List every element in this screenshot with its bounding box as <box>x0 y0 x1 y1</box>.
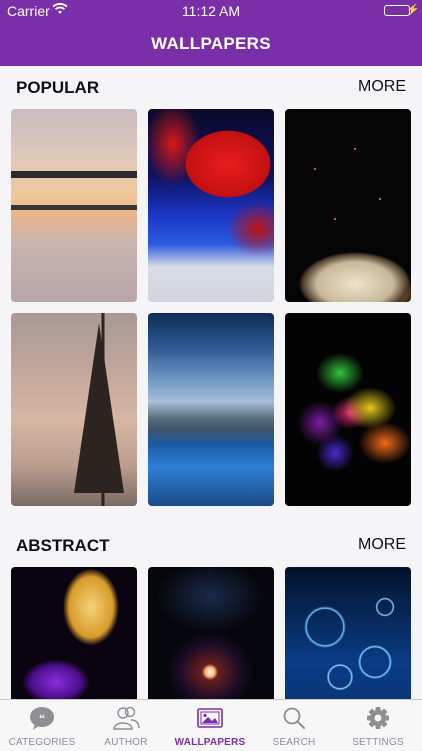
tab-label: SEARCH <box>272 737 316 748</box>
section-title: POPULAR <box>16 78 100 97</box>
section-title: ABSTRACT <box>16 536 110 555</box>
users-icon <box>111 705 141 731</box>
wallpaper-feed[interactable]: POPULAR MORE ABSTRACT MORE <box>0 66 422 699</box>
wallpaper-thumbnail[interactable] <box>285 109 411 302</box>
gear-icon <box>363 705 393 731</box>
wallpaper-thumbnail[interactable] <box>285 567 411 699</box>
tab-label: WALLPAPERS <box>174 737 246 748</box>
quote-bubble-icon: “ <box>27 705 57 731</box>
tab-bar: “ CATEGORIES AUTHOR WALLPAPERS SEARCH SE… <box>0 699 422 750</box>
wallpaper-thumbnail[interactable] <box>148 567 274 699</box>
tab-label: SETTINGS <box>352 737 404 748</box>
wallpaper-thumbnail[interactable] <box>148 313 274 506</box>
tab-author[interactable]: AUTHOR <box>84 700 168 751</box>
wallpaper-thumbnail[interactable] <box>11 109 137 302</box>
more-button[interactable]: MORE <box>358 536 406 554</box>
section-header-popular: POPULAR MORE <box>0 66 422 108</box>
tab-search[interactable]: SEARCH <box>252 700 336 751</box>
tab-label: CATEGORIES <box>8 737 76 748</box>
wallpaper-thumbnail[interactable] <box>285 313 411 506</box>
wallpaper-thumbnail[interactable] <box>148 109 274 302</box>
wallpaper-thumbnail[interactable] <box>11 567 137 699</box>
section-header-abstract: ABSTRACT MORE <box>0 524 422 566</box>
more-button[interactable]: MORE <box>358 78 406 96</box>
wallpaper-thumbnail[interactable] <box>11 313 137 506</box>
clock: 11:12 AM <box>181 3 241 19</box>
page-title: WALLPAPERS <box>151 34 271 53</box>
search-icon <box>279 705 309 731</box>
tab-categories[interactable]: “ CATEGORIES <box>0 700 84 751</box>
tab-wallpapers[interactable]: WALLPAPERS <box>168 700 252 751</box>
tab-label: AUTHOR <box>104 737 148 748</box>
status-bar: Carrier 11:12 AM ⚡ <box>0 0 422 22</box>
image-icon <box>195 705 225 731</box>
tab-settings[interactable]: SETTINGS <box>336 700 420 751</box>
svg-text:“: “ <box>39 711 45 725</box>
charging-bolt-icon: ⚡ <box>406 4 420 16</box>
nav-bar: WALLPAPERS <box>0 22 422 66</box>
